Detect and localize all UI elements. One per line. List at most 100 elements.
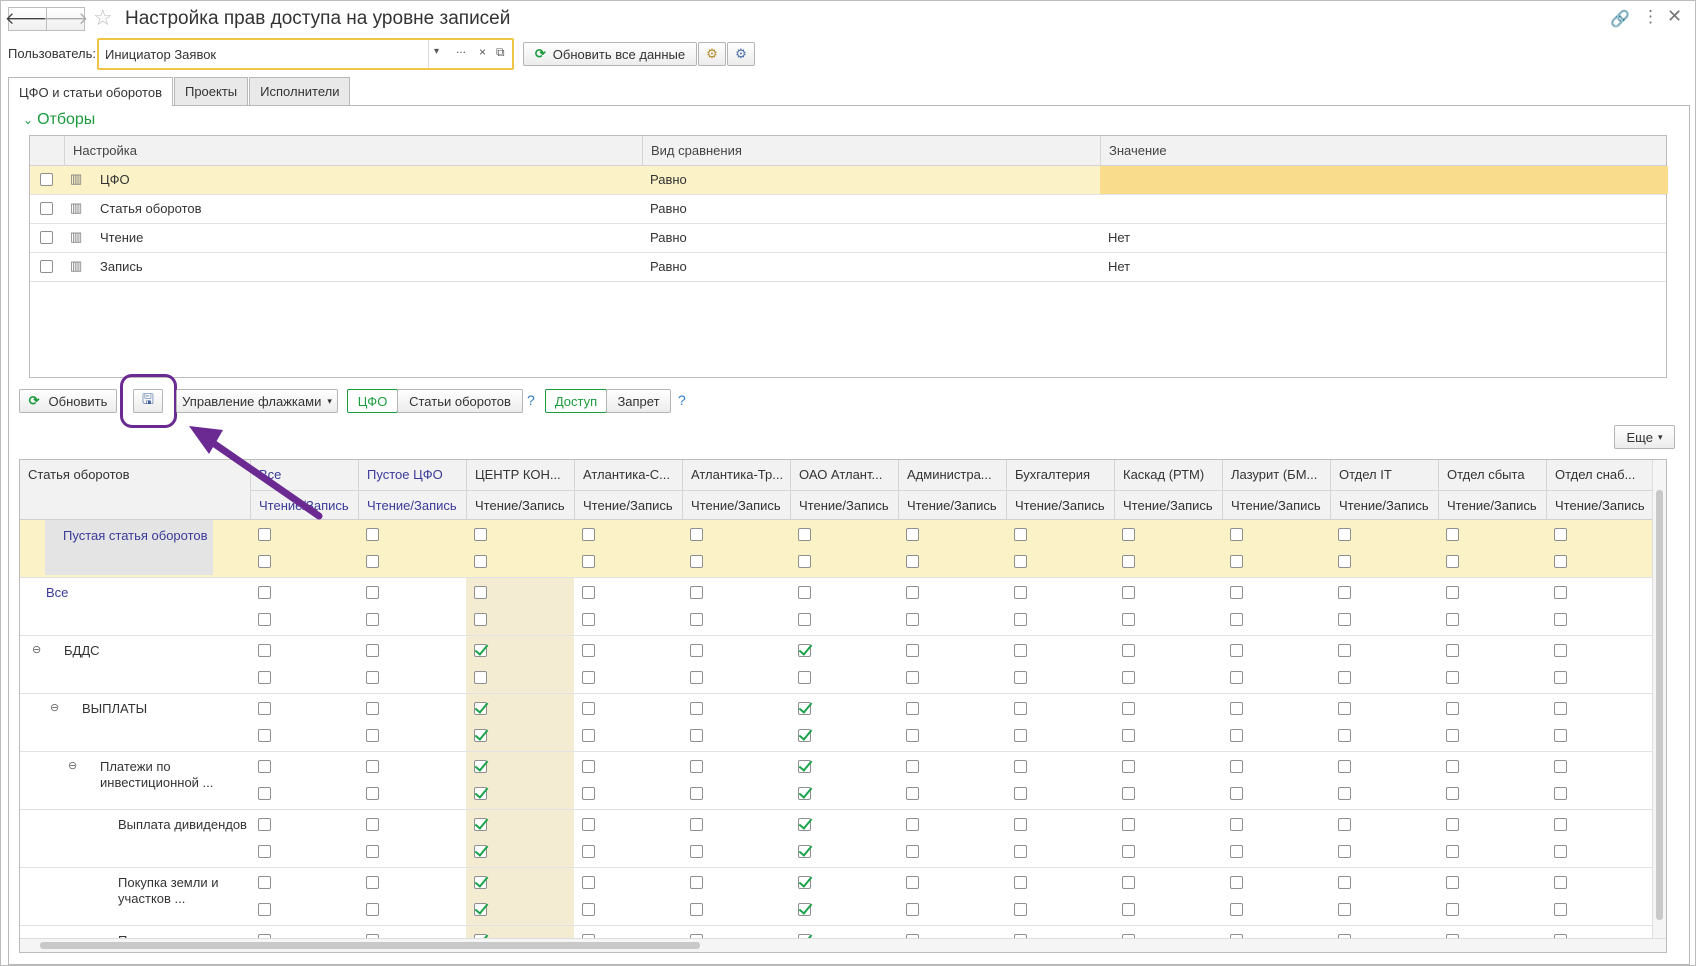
write-checkbox[interactable] (690, 613, 703, 626)
matrix-column-header[interactable]: Атлантика-Тр... (682, 460, 790, 490)
write-checkbox[interactable] (690, 845, 703, 858)
matrix-column-subheader[interactable]: Чтение/Запись (1546, 490, 1654, 520)
matrix-row[interactable]: ⊖ Платежи по инвестиционной ... (20, 752, 1666, 810)
read-checkbox[interactable] (1122, 760, 1135, 773)
matrix-column-header[interactable]: ЦЕНТР КОН... (466, 460, 574, 490)
matrix-row[interactable]: Все (20, 578, 1666, 636)
write-checkbox[interactable] (474, 787, 487, 800)
filter-value[interactable]: Нет (1100, 253, 1130, 281)
matrix-row[interactable]: Покупка земли и участков ... (20, 868, 1666, 926)
help-icon[interactable]: ? (678, 392, 686, 408)
settings2-icon-button[interactable]: ⚙ (727, 42, 755, 66)
write-checkbox[interactable] (1230, 729, 1243, 742)
read-checkbox[interactable] (474, 760, 487, 773)
open-icon[interactable]: ⧉ (496, 45, 505, 60)
write-checkbox[interactable] (1122, 613, 1135, 626)
read-checkbox[interactable] (366, 586, 379, 599)
read-checkbox[interactable] (690, 528, 703, 541)
read-checkbox[interactable] (906, 586, 919, 599)
read-checkbox[interactable] (798, 760, 811, 773)
read-checkbox[interactable] (1338, 760, 1351, 773)
matrix-column-subheader[interactable]: Чтение/Запись (682, 490, 790, 520)
matrix-column-subheader[interactable]: Чтение/Запись (1006, 490, 1114, 520)
matrix-row[interactable]: ⊖ ВЫПЛАТЫ (20, 694, 1666, 752)
matrix-column-header[interactable]: Пустое ЦФО (358, 460, 466, 490)
write-checkbox[interactable] (798, 787, 811, 800)
manage-flags-button[interactable]: Управление флажками ▾ (176, 389, 338, 413)
write-checkbox[interactable] (690, 903, 703, 916)
write-checkbox[interactable] (690, 671, 703, 684)
write-checkbox[interactable] (474, 845, 487, 858)
read-checkbox[interactable] (1230, 760, 1243, 773)
filter-checkbox[interactable] (40, 260, 53, 273)
read-checkbox[interactable] (1446, 760, 1459, 773)
matrix-column-subheader[interactable]: Чтение/Запись (790, 490, 898, 520)
write-checkbox[interactable] (798, 729, 811, 742)
read-checkbox[interactable] (1230, 876, 1243, 889)
read-checkbox[interactable] (1554, 586, 1567, 599)
write-checkbox[interactable] (1554, 613, 1567, 626)
collapse-toggle-icon[interactable]: ⊖ (50, 700, 59, 716)
read-checkbox[interactable] (798, 818, 811, 831)
read-checkbox[interactable] (1554, 702, 1567, 715)
write-checkbox[interactable] (1230, 845, 1243, 858)
matrix-column-header[interactable]: Администра... (898, 460, 1006, 490)
settings-icon-button[interactable]: ⚙ (698, 42, 726, 66)
write-checkbox[interactable] (1122, 845, 1135, 858)
matrix-row-label[interactable]: Все (46, 585, 235, 601)
write-checkbox[interactable] (798, 671, 811, 684)
read-checkbox[interactable] (1446, 702, 1459, 715)
scroll-thumb[interactable] (1656, 490, 1663, 920)
matrix-column-subheader[interactable]: Чтение/Запись (358, 490, 466, 520)
matrix-row[interactable]: Пустая статья оборотов (20, 520, 1666, 578)
read-checkbox[interactable] (1446, 528, 1459, 541)
read-checkbox[interactable] (798, 702, 811, 715)
read-checkbox[interactable] (582, 876, 595, 889)
write-checkbox[interactable] (258, 903, 271, 916)
read-checkbox[interactable] (906, 760, 919, 773)
read-checkbox[interactable] (1554, 876, 1567, 889)
write-checkbox[interactable] (1338, 787, 1351, 800)
read-checkbox[interactable] (474, 818, 487, 831)
matrix-row-label[interactable]: Платежи по инвестиционной ... (100, 759, 253, 791)
write-checkbox[interactable] (1122, 671, 1135, 684)
read-checkbox[interactable] (906, 818, 919, 831)
read-checkbox[interactable] (582, 760, 595, 773)
read-checkbox[interactable] (690, 876, 703, 889)
write-checkbox[interactable] (366, 729, 379, 742)
access-button[interactable]: Доступ (545, 389, 607, 413)
matrix-column-subheader[interactable]: Чтение/Запись (1114, 490, 1222, 520)
read-checkbox[interactable] (1014, 760, 1027, 773)
read-checkbox[interactable] (906, 876, 919, 889)
read-checkbox[interactable] (690, 760, 703, 773)
write-checkbox[interactable] (258, 671, 271, 684)
write-checkbox[interactable] (1014, 903, 1027, 916)
read-checkbox[interactable] (258, 760, 271, 773)
read-checkbox[interactable] (474, 876, 487, 889)
read-checkbox[interactable] (582, 586, 595, 599)
write-checkbox[interactable] (1338, 555, 1351, 568)
write-checkbox[interactable] (1230, 671, 1243, 684)
write-checkbox[interactable] (1014, 613, 1027, 626)
read-checkbox[interactable] (258, 876, 271, 889)
read-checkbox[interactable] (798, 644, 811, 657)
read-checkbox[interactable] (366, 644, 379, 657)
write-checkbox[interactable] (366, 787, 379, 800)
matrix-row-label[interactable]: Выплата дивидендов (118, 817, 253, 833)
read-checkbox[interactable] (1446, 586, 1459, 599)
write-checkbox[interactable] (1554, 845, 1567, 858)
read-checkbox[interactable] (798, 876, 811, 889)
filter-value[interactable] (1100, 166, 1668, 194)
write-checkbox[interactable] (366, 555, 379, 568)
filter-value[interactable]: Нет (1100, 224, 1130, 252)
read-checkbox[interactable] (1338, 586, 1351, 599)
filter-compare[interactable]: Равно (642, 253, 687, 281)
read-checkbox[interactable] (1014, 644, 1027, 657)
write-checkbox[interactable] (258, 845, 271, 858)
write-checkbox[interactable] (1446, 671, 1459, 684)
read-checkbox[interactable] (1230, 818, 1243, 831)
write-checkbox[interactable] (366, 845, 379, 858)
write-checkbox[interactable] (906, 555, 919, 568)
write-checkbox[interactable] (1338, 845, 1351, 858)
read-checkbox[interactable] (1014, 586, 1027, 599)
